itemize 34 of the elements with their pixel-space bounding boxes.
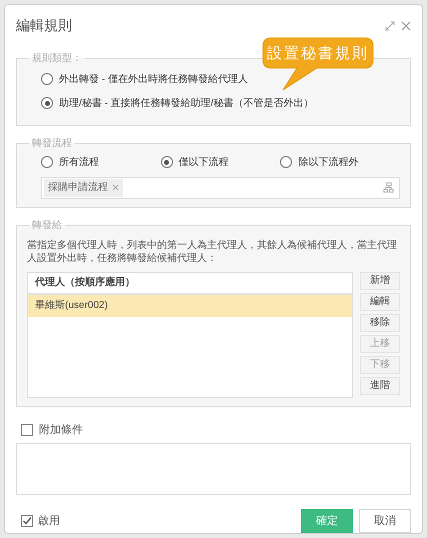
callout-text: 設置秘書規則 [266,42,370,64]
radio-label: 助理/秘書 - 直接將任務轉發給助理/秘書（不管是否外出） [59,96,314,111]
group-legend: 轉發流程 [29,136,75,151]
radio-button[interactable] [41,97,53,110]
radio-button[interactable] [280,156,292,168]
radio-label: 除以下流程外 [298,156,358,170]
radio-button[interactable] [160,156,173,168]
radio-label: 所有流程 [59,156,99,170]
expand-icon[interactable] [385,20,395,31]
radio-label: 僅以下流程 [178,156,229,170]
checkbox[interactable] [21,424,33,436]
dialog-title: 編輯規則 [16,16,72,36]
side-button[interactable]: 進階 [360,376,400,395]
conditions-field[interactable] [16,443,411,495]
checkbox-label: 啟用 [38,514,60,529]
radio-button[interactable] [41,73,53,86]
checkbox[interactable] [21,515,33,527]
column-header: 代理人（按順序應用） [35,275,135,290]
cancel-button[interactable]: 取消 [359,509,411,533]
close-icon[interactable] [401,20,411,31]
agent-row[interactable]: 畢維斯(user002) [28,294,352,317]
group-legend: 轉發給 [29,218,65,233]
radio-button[interactable] [41,156,53,168]
side-button[interactable]: 編輯 [360,292,400,311]
process-picker-field[interactable]: 採購申請流程 [41,176,400,199]
group-legend: 規則類型： [29,50,85,66]
side-button[interactable]: 移除 [360,314,400,332]
description-text: 當指定多個代理人時，列表中的第一人為主代理人，其餘人為候補代理人，當主代理人設置外出時，任務將轉發給候補代理人： [27,238,398,265]
tag-label: 採購申請流程 [48,180,108,196]
checkbox-label: 附加條件 [39,422,83,438]
org-chart-icon[interactable] [383,182,394,194]
radio-label: 外出轉發 - 僅在外出時將任務轉發給代理人 [59,72,248,87]
remove-icon[interactable] [112,184,119,192]
side-button[interactable]: 新增 [360,272,400,290]
